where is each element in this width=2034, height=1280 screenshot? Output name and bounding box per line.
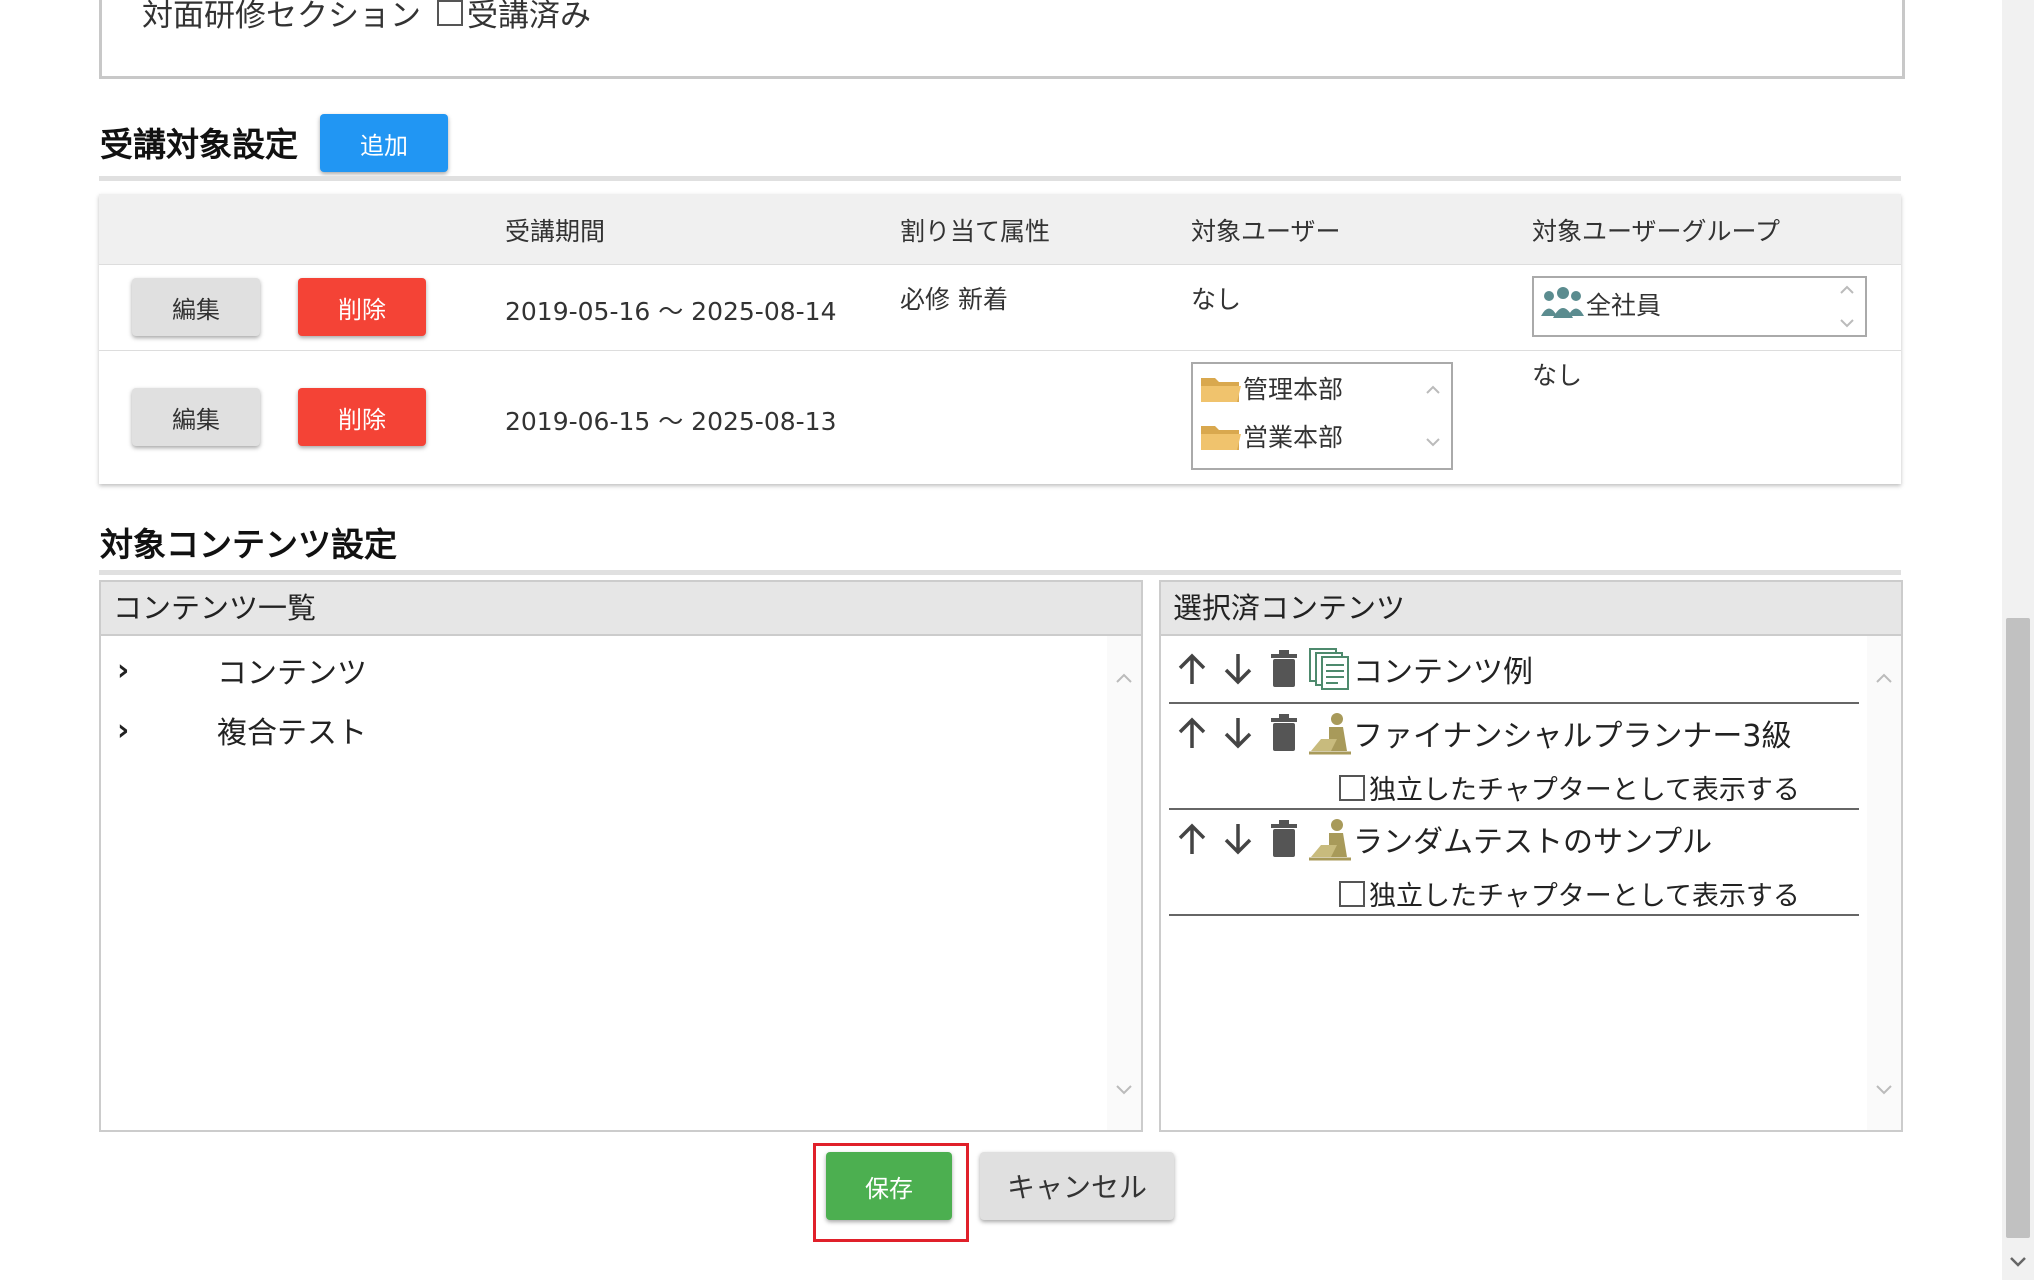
selected-item: ファイナンシャルプランナー3級 独立したチャプターとして表示する	[1169, 704, 1859, 810]
chevron-right-icon[interactable]: ›	[117, 653, 157, 688]
user-group-icon	[1541, 287, 1584, 318]
tree-item-content[interactable]: › コンテンツ	[117, 648, 367, 692]
column-attributes: 割り当て属性	[900, 217, 1051, 246]
content-list-title: コンテンツ一覧	[101, 582, 1141, 636]
selected-item: ランダムテストのサンプル 独立したチャプターとして表示する	[1169, 810, 1859, 916]
list-item[interactable]: 管理本部	[1199, 370, 1343, 406]
tree-item-label: 複合テスト	[217, 716, 367, 751]
independent-chapter-checkbox[interactable]	[1339, 774, 1365, 801]
scroll-down-icon[interactable]	[1839, 315, 1855, 331]
content-settings-rule	[99, 570, 1901, 575]
page-scrollbar-thumb[interactable]	[2006, 618, 2030, 1238]
selected-item-name: ファイナンシャルプランナー3級	[1353, 719, 1792, 754]
chapter-option-label: 独立したチャプターとして表示する	[1369, 881, 1800, 912]
trash-icon[interactable]	[1261, 816, 1307, 862]
trash-icon[interactable]	[1261, 646, 1307, 692]
save-button[interactable]: 保存	[826, 1152, 952, 1220]
page-scrollbar[interactable]	[2002, 0, 2034, 1280]
table-row: 編集 削除 2019-06-15 〜 2025-08-13 管理本部 営業本部 …	[99, 350, 1901, 484]
scroll-up-icon[interactable]	[1874, 668, 1894, 688]
scroll-down-icon[interactable]	[1874, 1080, 1894, 1100]
scroll-down-icon[interactable]	[2008, 1252, 2028, 1272]
column-users: 対象ユーザー	[1191, 217, 1341, 246]
user-groups-cell: なし	[1532, 361, 1583, 390]
test-person-icon	[1307, 710, 1353, 756]
attended-label: 受講済み	[467, 0, 591, 34]
users-listbox[interactable]: 管理本部 営業本部	[1191, 362, 1453, 470]
move-down-icon[interactable]	[1215, 710, 1261, 756]
group-name: 全社員	[1586, 291, 1662, 320]
section-label: 対面研修セクション	[142, 0, 421, 34]
column-user-groups: 対象ユーザーグループ	[1532, 217, 1781, 246]
list-item[interactable]: 全社員	[1540, 286, 1661, 322]
move-down-icon[interactable]	[1215, 816, 1261, 862]
column-period: 受講期間	[505, 217, 606, 246]
move-down-icon[interactable]	[1215, 646, 1261, 692]
scroll-up-icon[interactable]	[1839, 282, 1855, 298]
selected-content-title: 選択済コンテンツ	[1161, 582, 1901, 636]
table-row: 編集 削除 2019-05-16 〜 2025-08-14 必修 新着 なし 全…	[99, 264, 1901, 351]
cancel-button[interactable]: キャンセル	[980, 1152, 1174, 1220]
selected-content-pane: 選択済コンテンツ コンテンツ例 ファイナンシャルプランナー3級 独立したチャプタ…	[1159, 580, 1903, 1132]
content-settings-title: 対象コンテンツ設定	[100, 525, 397, 564]
chevron-right-icon[interactable]: ›	[117, 713, 157, 748]
content-stack-icon	[1307, 646, 1353, 692]
attended-checkbox[interactable]	[437, 0, 463, 26]
period-cell: 2019-05-16 〜 2025-08-14	[505, 297, 837, 326]
face-to-face-section: 対面研修セクション 受講済み	[99, 0, 1905, 79]
selected-item-line: ファイナンシャルプランナー3級	[1169, 710, 1792, 756]
tree-item-label: コンテンツ	[217, 656, 367, 691]
chapter-option: 独立したチャプターとして表示する	[1339, 768, 1800, 807]
selected-item: コンテンツ例	[1169, 638, 1859, 704]
test-person-icon	[1307, 816, 1353, 862]
selected-item-line: ランダムテストのサンプル	[1169, 816, 1712, 862]
delete-button[interactable]: 削除	[298, 278, 426, 336]
folder-icon	[1201, 378, 1241, 402]
list-scrollbar[interactable]	[1107, 636, 1141, 1130]
scroll-up-icon[interactable]	[1114, 668, 1134, 688]
selected-item-line: コンテンツ例	[1169, 646, 1533, 692]
period-cell: 2019-06-15 〜 2025-08-13	[505, 407, 837, 436]
scroll-down-icon[interactable]	[1425, 434, 1441, 450]
selected-scrollbar[interactable]	[1867, 636, 1901, 1130]
user-folder-name: 管理本部	[1243, 375, 1344, 404]
target-settings-title: 受講対象設定	[100, 125, 298, 164]
move-up-icon[interactable]	[1169, 710, 1215, 756]
tree-item-composite-test[interactable]: › 複合テスト	[117, 708, 367, 752]
trash-icon[interactable]	[1261, 710, 1307, 756]
chapter-option: 独立したチャプターとして表示する	[1339, 874, 1800, 913]
content-list-pane: コンテンツ一覧 › コンテンツ › 複合テスト	[99, 580, 1143, 1132]
edit-button[interactable]: 編集	[132, 278, 260, 336]
delete-button[interactable]: 削除	[298, 388, 426, 446]
selected-item-name: コンテンツ例	[1353, 655, 1533, 690]
edit-button[interactable]: 編集	[132, 388, 260, 446]
move-up-icon[interactable]	[1169, 646, 1215, 692]
independent-chapter-checkbox[interactable]	[1339, 880, 1365, 907]
section-line: 対面研修セクション 受講済み	[142, 0, 591, 35]
list-item[interactable]: 営業本部	[1199, 418, 1343, 454]
users-cell: なし	[1191, 285, 1242, 314]
user-folder-name: 営業本部	[1243, 423, 1344, 452]
move-up-icon[interactable]	[1169, 816, 1215, 862]
folder-icon	[1201, 426, 1241, 450]
scroll-down-icon[interactable]	[1114, 1080, 1134, 1100]
add-target-button[interactable]: 追加	[320, 114, 448, 172]
scroll-up-icon[interactable]	[1425, 382, 1441, 398]
table-header: 受講期間 割り当て属性 対象ユーザー 対象ユーザーグループ	[99, 194, 1901, 265]
selected-item-name: ランダムテストのサンプル	[1353, 825, 1713, 860]
user-group-listbox[interactable]: 全社員	[1532, 276, 1867, 337]
target-table: 受講期間 割り当て属性 対象ユーザー 対象ユーザーグループ 編集 削除 2019…	[99, 194, 1901, 484]
attributes-cell: 必修 新着	[900, 285, 1008, 314]
target-settings-rule	[99, 176, 1901, 181]
chapter-option-label: 独立したチャプターとして表示する	[1369, 775, 1800, 806]
